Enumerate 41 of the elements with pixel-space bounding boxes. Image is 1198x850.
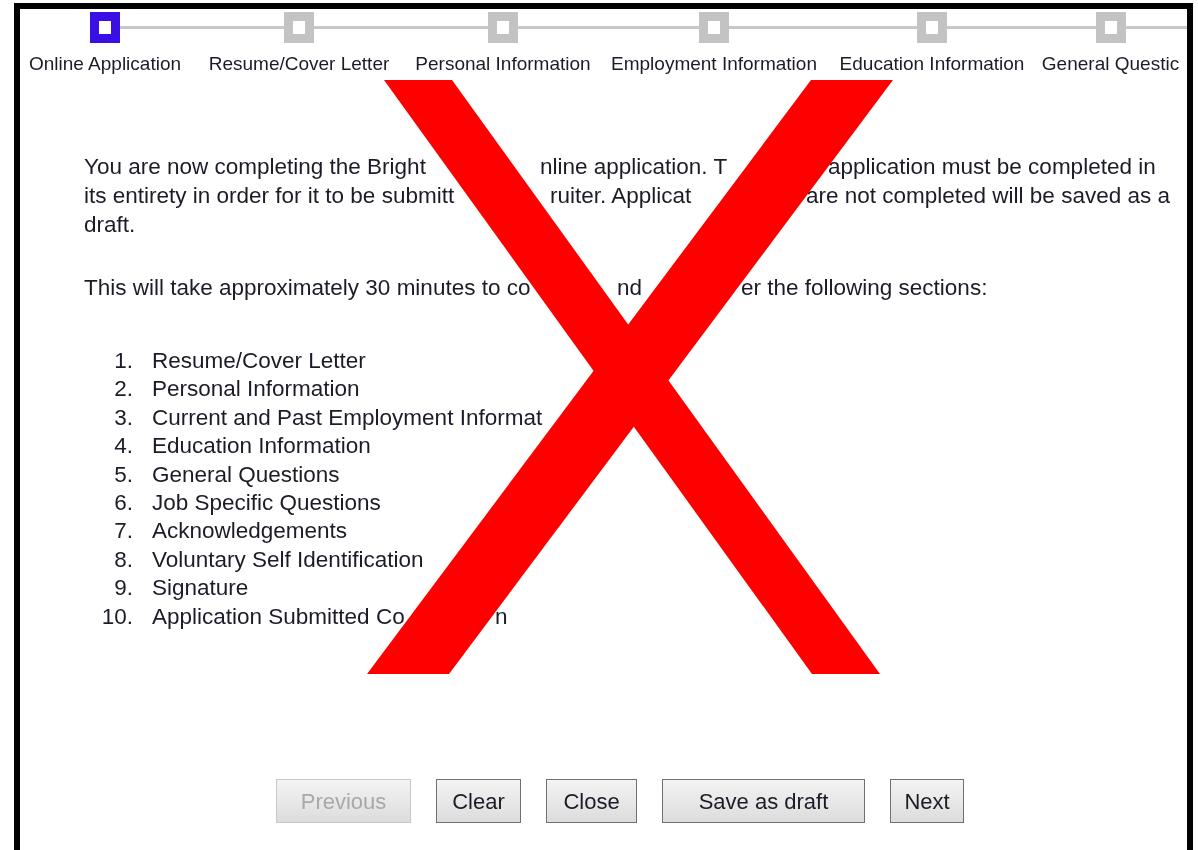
paragraph-text: its entirety in order for it to be submitt — [84, 183, 455, 208]
step-label: Resume/Cover Letter — [208, 52, 390, 76]
step-label: General Questic — [1041, 52, 1180, 76]
list-number: 10. — [101, 603, 133, 629]
paragraph-text: draft. — [84, 212, 136, 237]
list-item-text: Resume/Cover Letter — [152, 348, 366, 373]
paragraph-text: This will take approximately 30 minutes to co — [84, 275, 531, 300]
list-item-text: n — [495, 603, 508, 629]
list-number: 9. — [114, 575, 133, 601]
paragraph-text: ruiter. Applicat — [550, 183, 692, 208]
step-label: Education Information — [839, 52, 1025, 76]
list-number: 3. — [114, 404, 133, 430]
list-number: 2. — [114, 376, 133, 402]
step-label: Employment Information — [611, 52, 817, 76]
paragraph-text: er the following sections: — [741, 275, 988, 300]
form-button[interactable]: Clear — [436, 779, 521, 824]
list-item-text: Personal Information — [152, 376, 360, 402]
paragraph-text: You are now completing the Bright — [84, 154, 426, 179]
paragraph-text: nline application. T — [540, 154, 728, 179]
form-button[interactable]: Close — [546, 779, 637, 824]
list-item-text: Application Submitted Co — [152, 603, 405, 629]
form-button[interactable]: Next — [890, 779, 964, 824]
step-label: Personal Information — [415, 52, 591, 76]
list-item-text: Job Specific Questions — [152, 490, 381, 516]
paragraph-text: nd — [617, 275, 643, 300]
list-number: 8. — [114, 546, 133, 572]
list-number: 1. — [114, 348, 133, 373]
list-item-text: Acknowledgements — [152, 518, 348, 544]
list-number: 4. — [114, 433, 133, 459]
list-item-text: Signature — [152, 575, 249, 601]
list-number: 6. — [114, 490, 133, 516]
paragraph-text: are not completed will be saved as a — [806, 183, 1170, 208]
step-label: Online Application — [28, 52, 182, 76]
list-number: 5. — [114, 461, 133, 487]
form-button[interactable]: Save as draft — [662, 779, 865, 824]
list-item-text: General Questions — [152, 461, 340, 487]
paragraph-text: application must be completed in — [828, 154, 1156, 179]
list-item-text: Education Information — [152, 433, 371, 459]
list-number: 7. — [114, 518, 133, 544]
list-item-text: Current and Past Employment Informat — [152, 404, 543, 430]
list-item-text: Voluntary Self Identification — [152, 546, 424, 572]
